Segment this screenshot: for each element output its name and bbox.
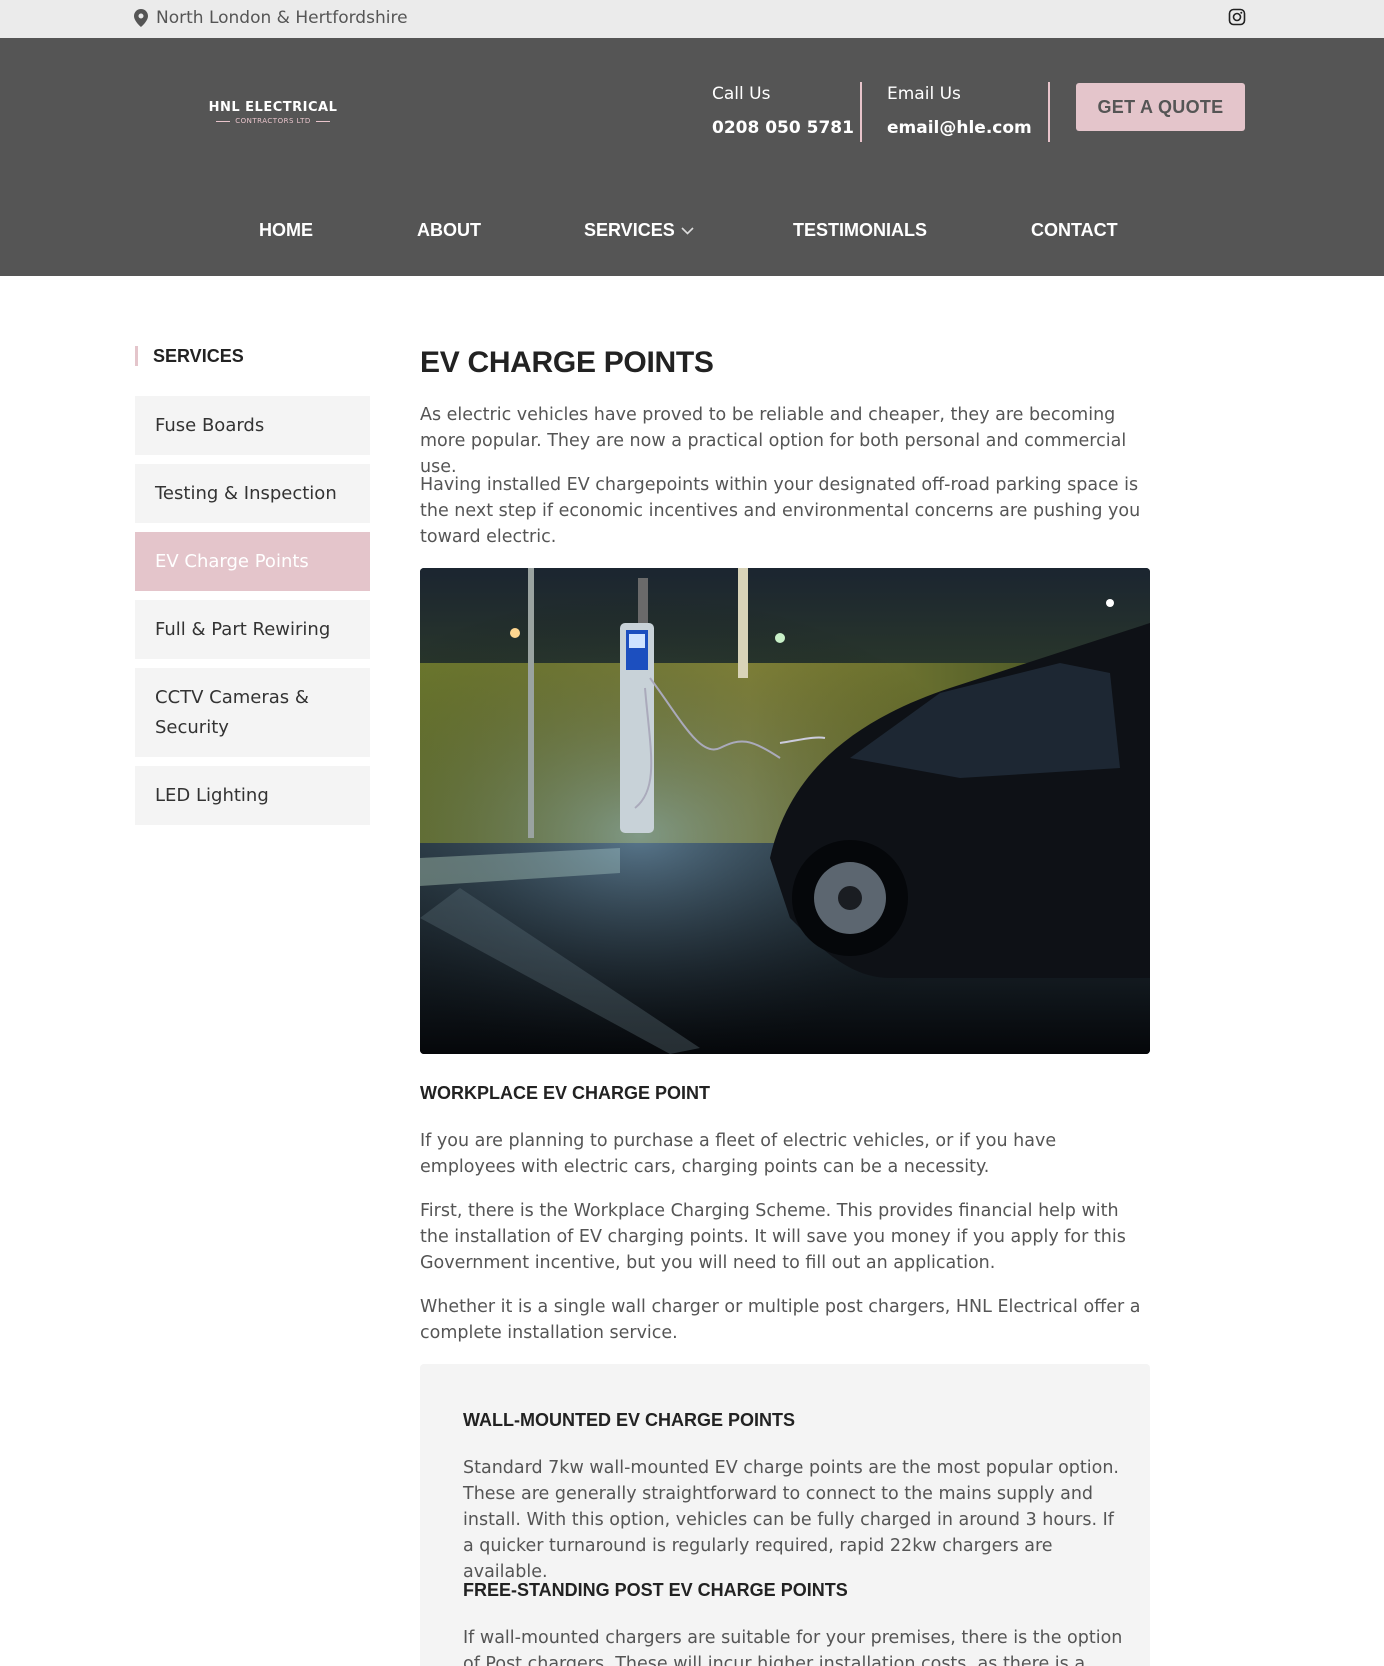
workplace-heading: WORKPLACE EV CHARGE POINT xyxy=(420,1083,711,1103)
email-us[interactable]: Email Us email@hle.com xyxy=(887,84,1032,138)
wall-mounted-heading: WALL-MOUNTED EV CHARGE POINTS xyxy=(463,1410,795,1430)
map-pin-icon xyxy=(134,9,148,27)
email-label: Email Us xyxy=(887,84,961,104)
top-bar: North London & Hertfordshire xyxy=(0,0,1384,38)
chevron-down-icon xyxy=(681,226,694,235)
email-address[interactable]: email@hle.com xyxy=(887,118,1032,138)
divider xyxy=(1048,82,1050,142)
logo-subtitle: CONTRACTORS LTD xyxy=(235,117,311,125)
free-standing-text: If wall-mounted chargers are suitable fo… xyxy=(463,1628,1123,1666)
nav-services-label: SERVICES xyxy=(584,220,675,240)
call-label: Call Us xyxy=(712,84,771,104)
charge-point-types-panel: WALL-MOUNTED EV CHARGE POINTS Standard 7… xyxy=(420,1364,1150,1666)
nav-services[interactable]: SERVICES xyxy=(584,220,694,241)
site-header: HNL ELECTRICAL CONTRACTORS LTD Call Us 0… xyxy=(0,38,1384,276)
nav-home[interactable]: HOME xyxy=(259,220,313,241)
location: North London & Hertfordshire xyxy=(134,8,408,28)
sidebar-item-fuse-boards[interactable]: Fuse Boards xyxy=(135,396,370,455)
nav-testimonials[interactable]: TESTIMONIALS xyxy=(793,220,927,241)
page-title: EV CHARGE POINTS xyxy=(420,346,714,379)
call-us[interactable]: Call Us 0208 050 5781 xyxy=(712,84,854,138)
intro-paragraph-2: Having installed EV chargepoints within … xyxy=(420,475,1141,547)
sidebar-item-testing-inspection[interactable]: Testing & Inspection xyxy=(135,464,370,523)
sidebar-title: SERVICES xyxy=(135,346,244,366)
ev-charging-photo xyxy=(420,568,1150,1054)
phone-number[interactable]: 0208 050 5781 xyxy=(712,118,854,138)
nav-about[interactable]: ABOUT xyxy=(417,220,481,241)
workplace-paragraph-1: If you are planning to purchase a fleet … xyxy=(420,1131,1057,1177)
sidebar-item-cctv-security[interactable]: CCTV Cameras & Security xyxy=(135,668,370,757)
divider xyxy=(860,82,862,142)
logo-title: HNL ELECTRICAL xyxy=(208,100,338,115)
workplace-paragraph-3: Whether it is a single wall charger or m… xyxy=(420,1297,1141,1343)
free-standing-heading: FREE-STANDING POST EV CHARGE POINTS xyxy=(463,1580,848,1600)
instagram-icon[interactable] xyxy=(1228,8,1246,26)
sidebar-item-led-lighting[interactable]: LED Lighting xyxy=(135,766,370,825)
get-a-quote-button[interactable]: GET A QUOTE xyxy=(1076,83,1245,131)
location-text: North London & Hertfordshire xyxy=(156,8,408,28)
intro-paragraph-1: As electric vehicles have proved to be r… xyxy=(420,405,1127,477)
wall-mounted-text: Standard 7kw wall-mounted EV charge poin… xyxy=(463,1458,1119,1582)
sidebar-item-rewiring[interactable]: Full & Part Rewiring xyxy=(135,600,370,659)
workplace-paragraph-2: First, there is the Workplace Charging S… xyxy=(420,1201,1126,1273)
main-nav: HOME ABOUT SERVICES TESTIMONIALS CONTACT xyxy=(0,220,1384,244)
sidebar-item-ev-charge-points[interactable]: EV Charge Points xyxy=(135,532,370,591)
logo[interactable]: HNL ELECTRICAL CONTRACTORS LTD xyxy=(205,100,341,125)
nav-contact[interactable]: CONTACT xyxy=(1031,220,1118,241)
